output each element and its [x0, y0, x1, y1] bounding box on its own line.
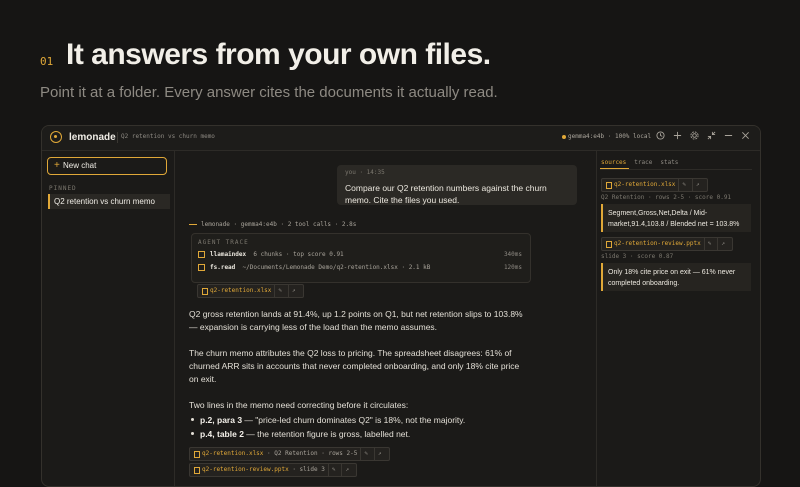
tab-sources[interactable]: sources: [601, 159, 626, 166]
user-message-meta: you · 14:35: [345, 169, 385, 176]
answer-paragraph: Two lines in the memo need correcting be…: [189, 400, 409, 410]
app-window: lemonade Q2 retention vs churn memo gemm…: [41, 125, 761, 487]
history-icon[interactable]: [656, 131, 665, 140]
tab-stats[interactable]: stats: [660, 159, 678, 166]
assistant-meta: lemonade · gemma4:e4b · 2 tool calls · 2…: [189, 221, 356, 228]
plus-icon[interactable]: [673, 131, 682, 140]
new-chat-button[interactable]: New chat: [47, 157, 167, 175]
agent-trace-label: AGENT TRACE: [198, 239, 249, 246]
list-item: p.4, table 2 — the retention figure is g…: [189, 428, 529, 441]
edit-icon[interactable]: ✎: [327, 464, 339, 476]
close-icon[interactable]: [741, 131, 750, 140]
hero-title: It answers from your own files.: [66, 38, 491, 71]
edit-icon[interactable]: ✎: [274, 285, 285, 297]
window-controls: [656, 131, 750, 140]
chat-title: Q2 retention vs churn memo: [121, 133, 215, 140]
citation-chip[interactable]: q2-retention.xlsx · Q2 Retention · rows …: [189, 447, 390, 461]
hero-subtitle: Point it at a folder. Every answer cites…: [40, 84, 498, 101]
answer-paragraph: Q2 gross retention lands at 91.4%, up 1.…: [189, 309, 523, 332]
tool-icon: [198, 251, 205, 258]
collapse-icon[interactable]: [707, 131, 716, 140]
model-indicator[interactable]: gemma4:e4b · 100% local: [562, 133, 651, 140]
edit-icon[interactable]: ✎: [678, 179, 689, 191]
citation-chip[interactable]: q2-retention.xlsx ✎ ↗: [197, 284, 304, 298]
sources-panel: sources trace stats q2-retention.xlsx ✎ ↗ Q2…: [596, 151, 760, 486]
open-icon[interactable]: ↗: [373, 448, 385, 460]
trace-row: fs.read ~/Documents/Lemonade Demo/q2-ret…: [198, 264, 522, 274]
locality-label: 100% local: [614, 133, 652, 140]
source-chip[interactable]: q2-retention-review.pptx ✎ ↗: [601, 237, 733, 251]
open-icon[interactable]: ↗: [288, 285, 299, 297]
source-meta: Q2 Retention · rows 2-5 · score 0.91: [601, 194, 732, 201]
citation-chip[interactable]: q2-retention-review.pptx · slide 3 ✎ ↗: [189, 463, 358, 477]
panel-tabs: sources trace stats: [601, 159, 686, 166]
status-dot-icon: [562, 134, 566, 139]
source-meta: slide 3 · score 0.87: [601, 253, 674, 260]
tab-trace[interactable]: trace: [634, 159, 652, 166]
app-name: lemonade: [69, 132, 116, 143]
model-name: gemma4:e4b: [568, 133, 605, 140]
open-icon[interactable]: ↗: [692, 179, 703, 191]
user-message-text: Compare our Q2 retention numbers against…: [345, 183, 547, 205]
minimize-icon[interactable]: [724, 131, 733, 140]
sidebar: New chat PINNED Q2 retention vs churn me…: [42, 151, 175, 486]
edit-icon[interactable]: ✎: [703, 238, 715, 250]
tool-icon: [198, 264, 205, 271]
pinned-label: PINNED: [49, 185, 77, 192]
title-bar: lemonade Q2 retention vs churn memo gemm…: [42, 126, 760, 151]
open-icon[interactable]: ↗: [341, 464, 352, 476]
source-quote: Only 18% cite price on exit — 61% never …: [601, 263, 751, 291]
list-item: p.2, para 3 — "price-led churn dominates…: [189, 414, 529, 427]
active-tab-indicator: [600, 168, 629, 169]
hero-number: 01: [40, 55, 54, 68]
lemonade-logo-icon: [50, 131, 62, 143]
source-quote: Segment,Gross,Net,Delta / Mid-market,91.…: [601, 204, 751, 232]
tab-divider: [600, 169, 752, 170]
answer-paragraph: The churn memo attributes the Q2 loss to…: [189, 348, 520, 384]
agent-trace[interactable]: AGENT TRACE llamaindex 6 chunks · top sc…: [191, 233, 531, 283]
edit-icon[interactable]: ✎: [360, 448, 371, 460]
source-chip[interactable]: q2-retention.xlsx ✎ ↗: [601, 178, 708, 192]
title-divider: [117, 132, 118, 143]
open-icon[interactable]: ↗: [717, 238, 728, 250]
chat-panel: you · 14:35 Compare our Q2 retention num…: [175, 151, 595, 486]
trace-row: llamaindex 6 chunks · top score 0.91 340…: [198, 251, 522, 261]
gear-icon[interactable]: [690, 131, 699, 140]
sidebar-item-pinned-chat[interactable]: Q2 retention vs churn memo: [48, 194, 170, 209]
